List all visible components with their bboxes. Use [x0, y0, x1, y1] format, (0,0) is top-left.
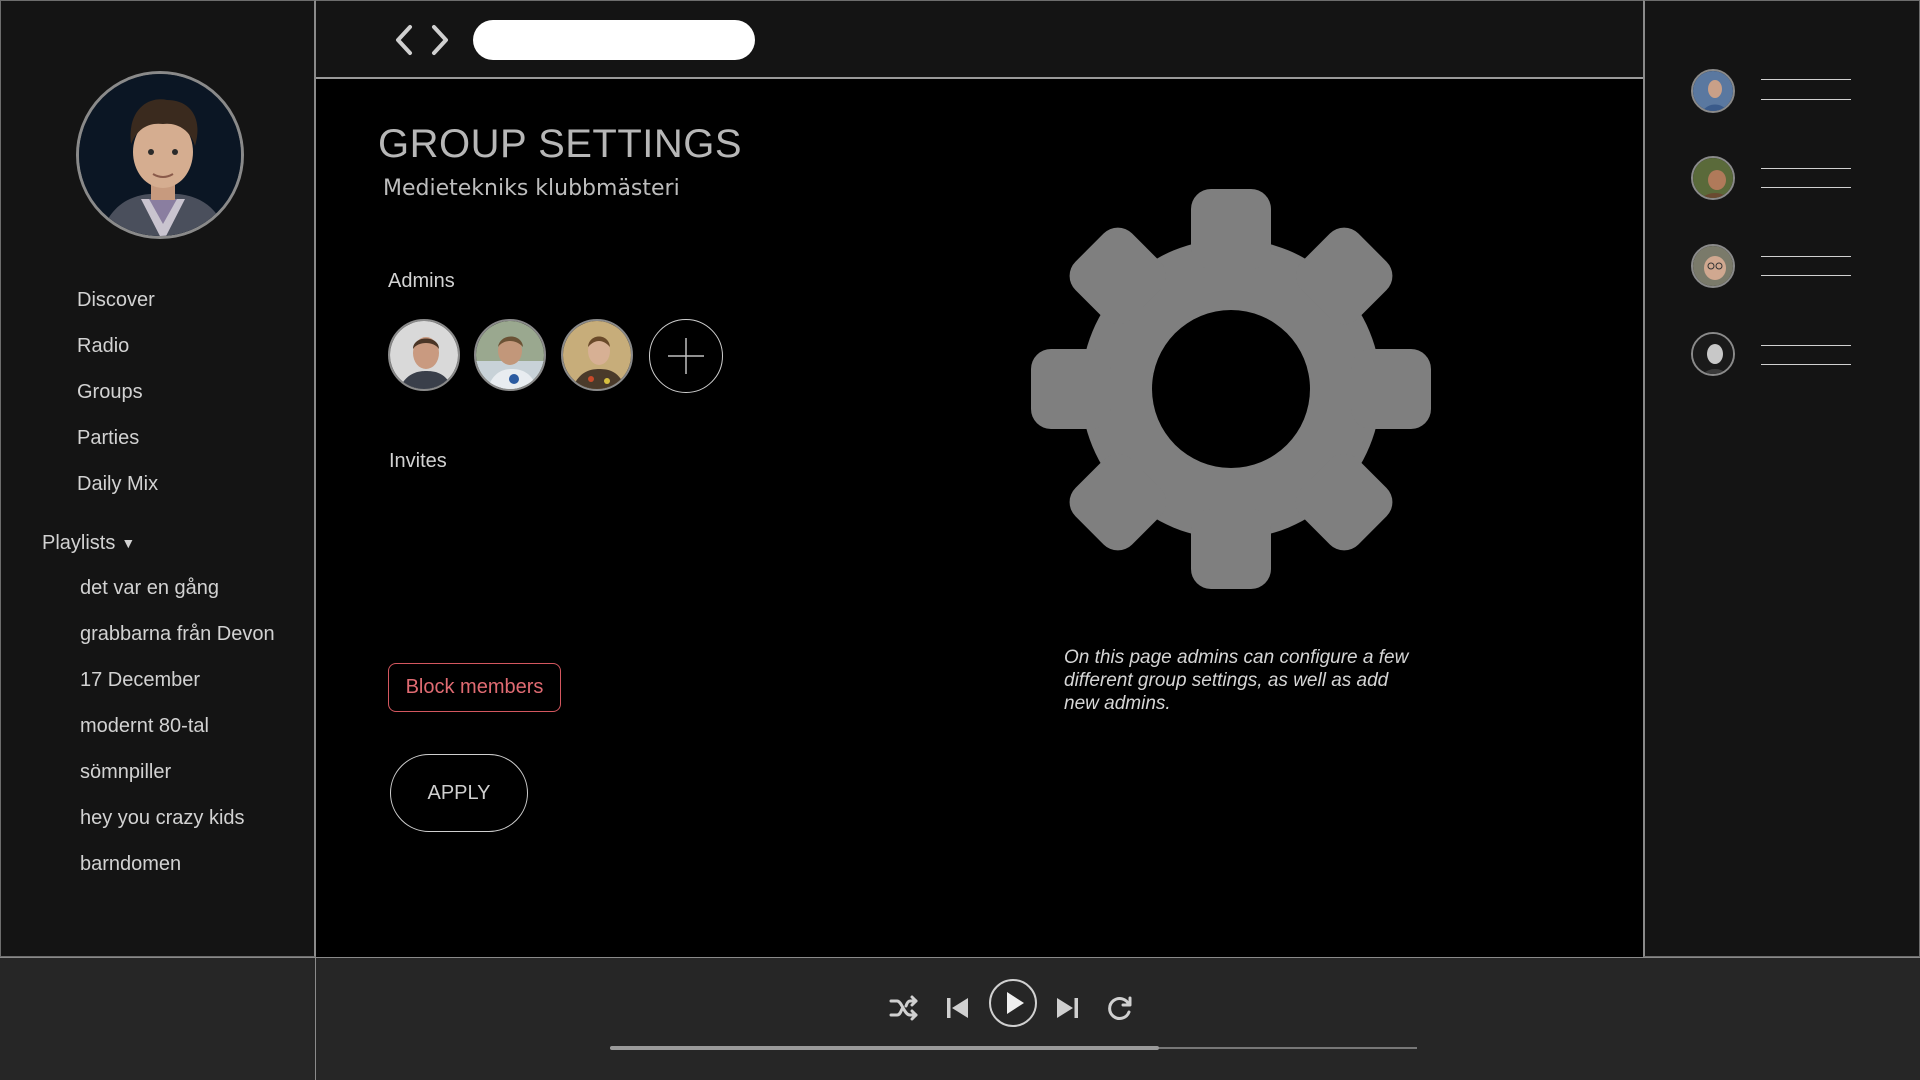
- friend-name-line: [1761, 345, 1851, 346]
- friend-status-line: [1761, 99, 1851, 100]
- nav-radio[interactable]: Radio: [77, 335, 129, 358]
- friend-status-line: [1761, 187, 1851, 188]
- caret-down-icon: ▼: [121, 535, 136, 551]
- admins-label: Admins: [388, 270, 455, 292]
- gear-icon: [1031, 189, 1431, 589]
- chevron-left-icon[interactable]: [392, 23, 416, 57]
- page-title: GROUP SETTINGS: [378, 122, 743, 166]
- friend-avatar: [1691, 156, 1735, 200]
- playlist-item[interactable]: barndomen: [80, 853, 181, 876]
- invites-label: Invites: [389, 450, 447, 472]
- friend-name-line: [1761, 256, 1851, 257]
- main-content: GROUP SETTINGS Medietekniks klubbmästeri…: [316, 79, 1643, 957]
- friend-status-line: [1761, 275, 1851, 276]
- playlist-item[interactable]: hey you crazy kids: [80, 807, 245, 830]
- friend-avatar: [1691, 332, 1735, 376]
- nav-daily-mix[interactable]: Daily Mix: [77, 473, 158, 496]
- play-icon: [1007, 992, 1024, 1014]
- plus-icon: [668, 338, 704, 374]
- friend-item[interactable]: [1691, 244, 1920, 288]
- friend-name-line: [1761, 79, 1851, 80]
- progress-bar[interactable]: [610, 1046, 1417, 1050]
- admin-avatar[interactable]: [474, 319, 546, 391]
- top-bar: [316, 0, 1643, 79]
- playlists-label: Playlists: [42, 532, 116, 554]
- friend-name-line: [1761, 168, 1851, 169]
- nav-discover[interactable]: Discover: [77, 289, 155, 312]
- admin-avatar[interactable]: [388, 319, 460, 391]
- nav-parties[interactable]: Parties: [77, 427, 139, 450]
- previous-icon[interactable]: [944, 994, 972, 1022]
- search-input[interactable]: [473, 20, 755, 60]
- user-avatar[interactable]: [76, 71, 244, 239]
- friends-sidebar: [1643, 0, 1920, 957]
- playlist-item[interactable]: sömnpiller: [80, 761, 171, 784]
- playlist-item[interactable]: 17 December: [80, 669, 200, 692]
- friend-item[interactable]: [1691, 69, 1920, 113]
- group-name: Medietekniks klubbmästeri: [383, 176, 680, 201]
- friend-status-line: [1761, 364, 1851, 365]
- admin-avatar[interactable]: [561, 319, 633, 391]
- repeat-icon[interactable]: [1104, 992, 1136, 1024]
- friend-item[interactable]: [1691, 156, 1920, 200]
- apply-button[interactable]: APPLY: [390, 754, 528, 832]
- playlist-item[interactable]: modernt 80-tal: [80, 715, 209, 738]
- friend-avatar: [1691, 69, 1735, 113]
- playlists-toggle[interactable]: Playlists ▼: [42, 532, 135, 555]
- play-button[interactable]: [989, 979, 1037, 1027]
- block-members-button[interactable]: Block members: [388, 663, 561, 712]
- playlist-item[interactable]: det var en gång: [80, 577, 219, 600]
- nav-groups[interactable]: Groups: [77, 381, 143, 404]
- chevron-right-icon[interactable]: [428, 23, 452, 57]
- shuffle-icon[interactable]: [888, 992, 920, 1024]
- player-bar: [0, 957, 1920, 1080]
- add-admin-button[interactable]: [649, 319, 723, 393]
- playlist-item[interactable]: grabbarna från Devon: [80, 623, 275, 646]
- help-text: On this page admins can configure a few …: [1064, 647, 1409, 714]
- next-icon[interactable]: [1053, 994, 1081, 1022]
- player-left-panel: [0, 958, 316, 1080]
- progress-fill: [610, 1046, 1159, 1050]
- left-sidebar: Discover Radio Groups Parties Daily Mix …: [0, 0, 316, 957]
- friend-avatar: [1691, 244, 1735, 288]
- friend-item[interactable]: [1691, 332, 1920, 376]
